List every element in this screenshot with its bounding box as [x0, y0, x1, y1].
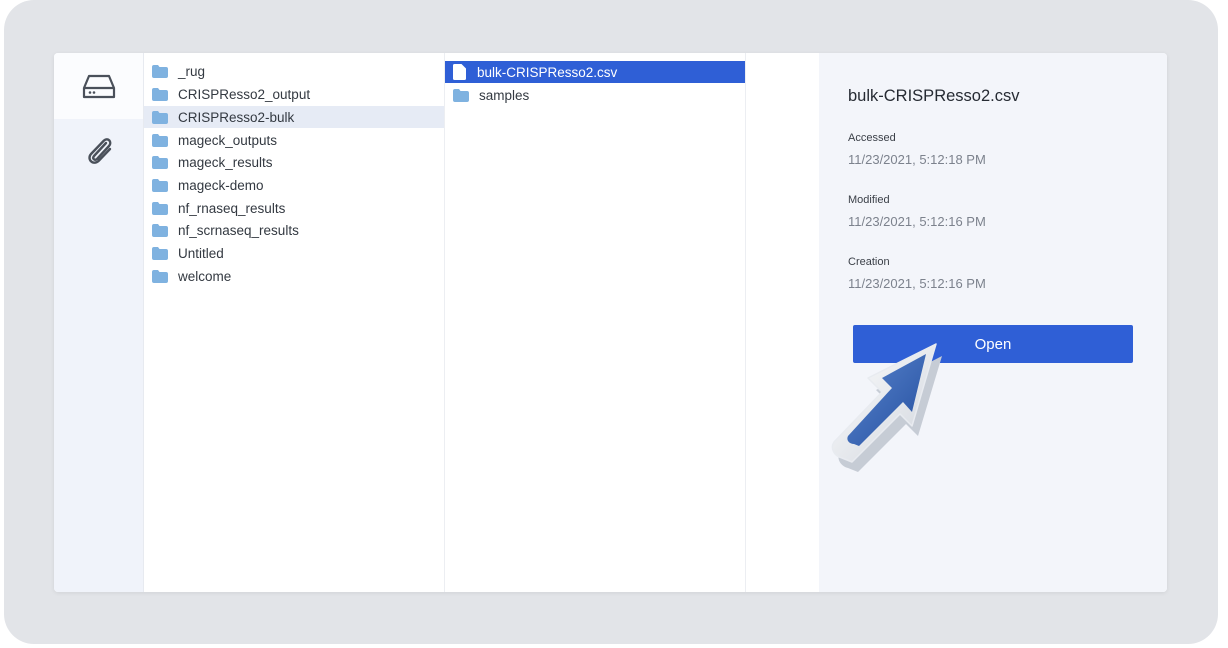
modified-label: Modified: [848, 194, 890, 206]
creation-label: Creation: [848, 256, 890, 268]
list-item-mageck-demo[interactable]: mageck-demo: [144, 174, 444, 196]
list-item-label: CRISPResso2-bulk: [178, 109, 295, 125]
accessed-value: 11/23/2021, 5:12:18 PM: [848, 152, 986, 167]
file-details-panel: bulk-CRISPResso2.csv Accessed 11/23/2021…: [819, 53, 1167, 592]
list-item-rug[interactable]: _rug: [144, 60, 444, 82]
file-browser-window: _rug CRISPResso2_output CRISPResso2-bulk…: [54, 53, 1167, 592]
folder-icon: [152, 133, 168, 147]
list-item-mageck-outputs[interactable]: mageck_outputs: [144, 129, 444, 151]
creation-value: 11/23/2021, 5:12:16 PM: [848, 276, 986, 291]
list-item-label: nf_rnaseq_results: [178, 200, 286, 216]
folder-icon: [152, 87, 168, 101]
drive-icon: [82, 74, 115, 99]
list-item-bulk-crispresso2-csv[interactable]: bulk-CRISPResso2.csv: [445, 61, 745, 83]
folder-column-contents: bulk-CRISPResso2.csv samples: [445, 53, 746, 592]
list-item-label: mageck-demo: [178, 177, 264, 193]
folder-icon: [453, 88, 469, 102]
list-item-label: mageck_results: [178, 154, 273, 170]
list-item-label: mageck_outputs: [178, 132, 278, 148]
list-item-label: bulk-CRISPResso2.csv: [477, 64, 618, 80]
folder-icon: [152, 223, 168, 237]
file-icon: [453, 64, 466, 80]
list-item-nf-scrnaseq-results[interactable]: nf_scrnaseq_results: [144, 219, 444, 241]
list-item-untitled[interactable]: Untitled: [144, 242, 444, 264]
modified-value: 11/23/2021, 5:12:16 PM: [848, 214, 986, 229]
list-item-label: _rug: [178, 63, 206, 79]
folder-icon: [152, 64, 168, 78]
list-item-nf-rnaseq-results[interactable]: nf_rnaseq_results: [144, 197, 444, 219]
pointer-cursor-icon: [831, 343, 942, 472]
folder-icon: [152, 246, 168, 260]
sidebar: [54, 53, 144, 592]
list-item-label: Untitled: [178, 245, 224, 261]
list-item-crispresso2-bulk[interactable]: CRISPResso2-bulk: [144, 106, 444, 128]
list-item-label: CRISPResso2_output: [178, 86, 311, 102]
list-item-label: nf_scrnaseq_results: [178, 222, 299, 238]
file-name-title: bulk-CRISPResso2.csv: [848, 87, 1020, 105]
accessed-label: Accessed: [848, 132, 896, 144]
sidebar-item-drive[interactable]: [54, 53, 143, 119]
folder-icon: [152, 269, 168, 283]
list-item-crispresso2-output[interactable]: CRISPResso2_output: [144, 83, 444, 105]
list-item-label: welcome: [178, 268, 232, 284]
folder-icon: [152, 178, 168, 192]
folder-column-root: _rug CRISPResso2_output CRISPResso2-bulk…: [144, 53, 445, 592]
list-item-welcome[interactable]: welcome: [144, 265, 444, 287]
list-item-mageck-results[interactable]: mageck_results: [144, 151, 444, 173]
paperclip-icon: [87, 138, 111, 164]
empty-column: [746, 53, 819, 592]
list-item-samples[interactable]: samples: [445, 84, 745, 106]
folder-icon: [152, 201, 168, 215]
folder-icon: [152, 155, 168, 169]
folder-icon: [152, 110, 168, 124]
list-item-label: samples: [479, 87, 530, 103]
sidebar-item-attachments[interactable]: [54, 119, 143, 185]
